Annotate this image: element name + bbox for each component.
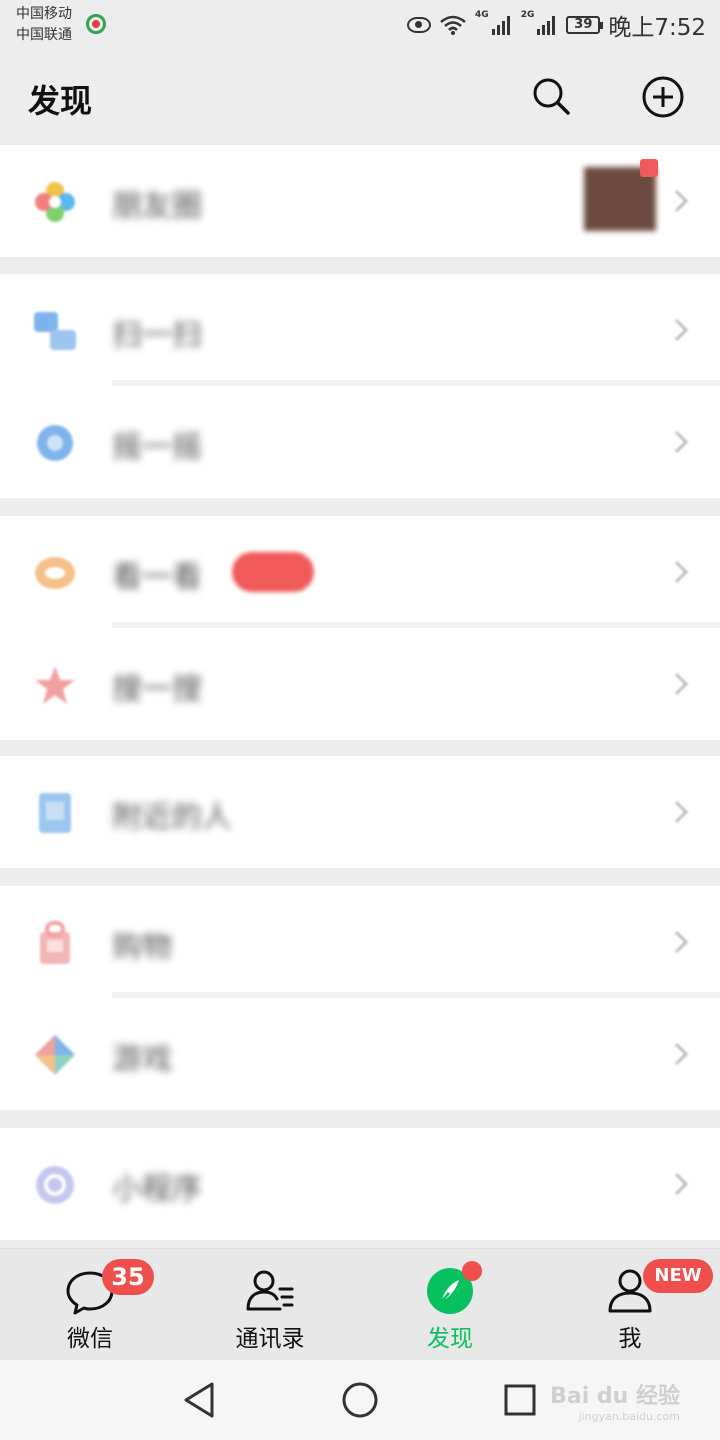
tab-me[interactable]: NEW 我 <box>540 1249 720 1361</box>
scan-icon <box>32 308 78 354</box>
nearby-icon <box>32 790 78 836</box>
menu-row-search[interactable]: 搜一搜 <box>0 628 720 740</box>
menu-label: 摇一摇 <box>112 430 202 465</box>
games-icon <box>32 1032 78 1078</box>
watermark-url: jingyan.baidu.com <box>578 1410 680 1423</box>
wifi-icon <box>439 14 467 36</box>
chevron-right-icon <box>674 560 689 584</box>
header: 发现 <box>0 50 720 144</box>
status-icons: 4G 2G 39 晚上7:52 <box>407 8 706 42</box>
tab-label: 微信 <box>67 1326 113 1352</box>
menu-row-shopping[interactable]: 购物 <box>0 886 720 998</box>
menu-row-shake[interactable]: 摇一摇 <box>0 386 720 498</box>
tab-label: 发现 <box>427 1326 473 1352</box>
section-look: 看一看 搜一搜 <box>0 516 720 740</box>
recents-icon[interactable] <box>498 1378 542 1422</box>
new-dot <box>462 1261 482 1281</box>
network-type-2: 2G <box>520 10 535 20</box>
chevron-right-icon <box>674 930 689 954</box>
chevron-right-icon <box>674 800 689 824</box>
battery-icon: 39 <box>566 16 604 34</box>
menu-row-games[interactable]: 游戏 <box>0 998 720 1110</box>
mini-program-icon <box>32 1162 78 1208</box>
new-dot <box>640 159 658 177</box>
chevron-right-icon <box>674 318 689 342</box>
carrier-2: 中国联通 <box>16 27 72 43</box>
menu-label: 游戏 <box>112 1042 172 1077</box>
chevron-right-icon <box>674 189 689 213</box>
search-icon[interactable] <box>531 76 571 116</box>
section-mini-programs: 小程序 <box>0 1128 720 1240</box>
bottom-tab-bar: 35 微信 通讯录 发现 NEW 我 <box>0 1248 720 1361</box>
section-moments: 朋友圈 <box>0 145 720 257</box>
section-shopping: 购物 游戏 <box>0 886 720 1110</box>
watermark: Bai du 经验 <box>550 1384 680 1409</box>
menu-row-scan[interactable]: 扫一扫 <box>0 274 720 386</box>
tab-label: 通讯录 <box>235 1326 305 1352</box>
shake-icon <box>32 420 78 466</box>
tab-label: 我 <box>618 1326 642 1352</box>
signal-2-icon <box>536 14 558 36</box>
chevron-right-icon <box>674 672 689 696</box>
menu-row-moments[interactable]: 朋友圈 <box>0 145 720 257</box>
menu-label: 朋友圈 <box>112 189 202 224</box>
shopping-icon <box>32 920 78 966</box>
menu-row-nearby[interactable]: 附近的人 <box>0 756 720 868</box>
menu-label: 扫一扫 <box>112 318 202 353</box>
new-badge: NEW <box>643 1259 713 1293</box>
tab-discover[interactable]: 发现 <box>360 1249 540 1361</box>
section-scan: 扫一扫 摇一摇 <box>0 274 720 498</box>
menu-label: 购物 <box>112 930 172 965</box>
clock: 晚上7:52 <box>608 15 706 41</box>
moments-icon <box>32 179 78 225</box>
status-bar: 中国移动 中国联通 4G 2G 39 晚上7:52 <box>0 0 720 50</box>
signal-1-icon <box>491 14 513 36</box>
chevron-right-icon <box>674 1042 689 1066</box>
back-icon[interactable] <box>178 1378 222 1422</box>
menu-label: 附近的人 <box>112 800 232 835</box>
menu-label: 看一看 <box>112 560 202 595</box>
contacts-icon <box>244 1265 296 1317</box>
look-icon <box>32 550 78 596</box>
chevron-right-icon <box>674 1172 689 1196</box>
tab-chats[interactable]: 35 微信 <box>0 1249 180 1361</box>
search-star-icon <box>32 662 78 708</box>
chevron-right-icon <box>674 430 689 454</box>
menu-label: 搜一搜 <box>112 672 202 707</box>
section-nearby: 附近的人 <box>0 756 720 868</box>
carrier-1: 中国移动 <box>16 6 72 22</box>
eye-comfort-icon <box>407 17 432 33</box>
menu-row-look[interactable]: 看一看 <box>0 516 720 628</box>
system-nav-bar: Bai du 经验 jingyan.baidu.com <box>0 1360 720 1440</box>
unread-badge: 35 <box>102 1259 154 1295</box>
hot-badge <box>232 552 314 592</box>
tab-contacts[interactable]: 通讯录 <box>180 1249 360 1361</box>
home-icon[interactable] <box>338 1378 382 1422</box>
page-title: 发现 <box>28 82 93 120</box>
plus-circle-icon[interactable] <box>641 75 685 119</box>
menu-row-mini-programs[interactable]: 小程序 <box>0 1128 720 1240</box>
menu-label: 小程序 <box>112 1172 202 1207</box>
sim-status-icon <box>86 14 106 34</box>
network-type-1: 4G <box>475 10 489 20</box>
